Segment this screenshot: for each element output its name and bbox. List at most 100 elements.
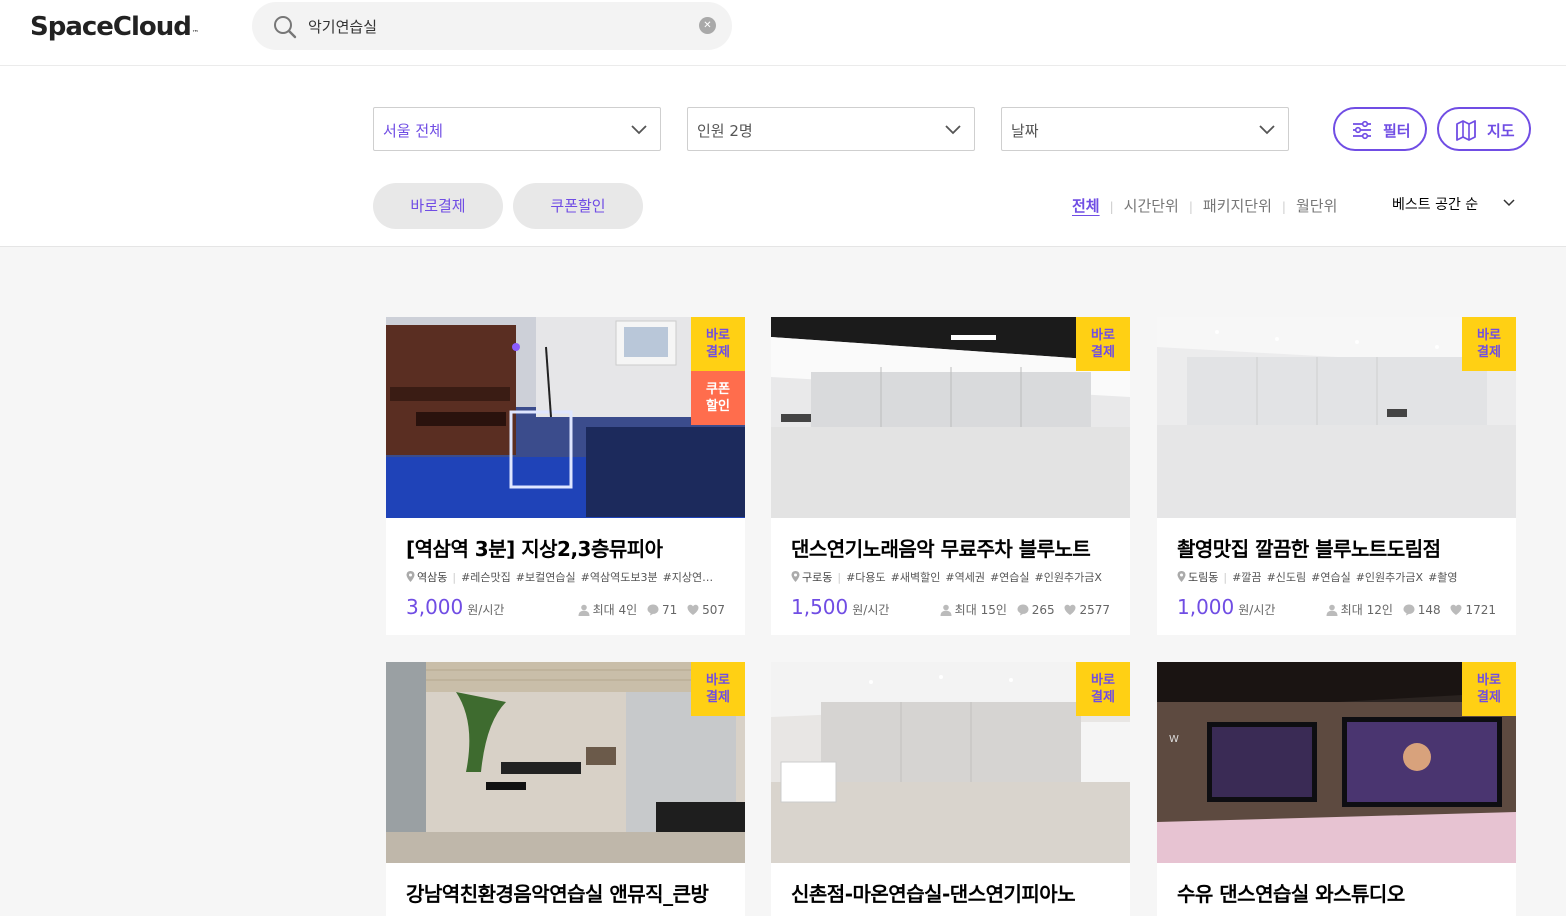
price-unit: 원/시간	[1238, 603, 1276, 617]
tab-hourly[interactable]: 시간단위	[1124, 195, 1179, 216]
person-icon	[940, 604, 952, 616]
tab-package[interactable]: 패키지단위	[1203, 195, 1272, 216]
search-icon[interactable]	[272, 14, 298, 40]
price-value: 1,500	[791, 595, 849, 619]
like-count: 507	[702, 603, 725, 617]
space-price: 1,500 원/시간	[791, 595, 889, 619]
space-tag: #역세권	[945, 571, 985, 584]
space-card[interactable]: 바로 결제 강남역친환경음악연습실 앤뮤직_큰방	[386, 662, 745, 916]
space-tag: #역삼역도보3분	[580, 571, 658, 584]
location-pin-icon	[406, 571, 415, 582]
comment-icon	[1403, 604, 1415, 616]
coupon-badge: 쿠폰 할인	[691, 371, 745, 425]
price-value: 1,000	[1177, 595, 1235, 619]
meta-divider: |	[452, 571, 457, 584]
comment-icon	[647, 604, 659, 616]
logo-mark: ™	[191, 29, 199, 37]
space-card[interactable]: 바로 결제 쿠폰 할인 [역삼역 3분] 지상2,3층뮤피아 역삼동 | #레슨맛집…	[386, 317, 745, 635]
person-icon	[1326, 604, 1338, 616]
space-location: 구로동	[802, 571, 833, 584]
capacity: 최대 15인	[954, 603, 1007, 617]
tab-monthly[interactable]: 월단위	[1296, 195, 1337, 216]
space-price: 1,000 원/시간	[1177, 595, 1275, 619]
price-unit: 원/시간	[852, 603, 890, 617]
space-tag: #인원추가금X	[1034, 571, 1102, 584]
svg-text:W: W	[1169, 734, 1179, 745]
like-count: 2577	[1079, 603, 1110, 617]
capacity: 최대 4인	[592, 603, 638, 617]
space-stats: 최대 4인 71 507	[572, 601, 725, 618]
results-grid: 바로 결제 쿠폰 할인 [역삼역 3분] 지상2,3층뮤피아 역삼동 | #레슨맛집…	[0, 247, 1566, 916]
heart-icon	[687, 604, 699, 615]
space-title[interactable]: 수유 댄스연습실 와스튜디오	[1177, 878, 1405, 907]
chevron-down-icon[interactable]	[1502, 196, 1516, 210]
tab-divider: |	[1109, 200, 1114, 214]
space-card[interactable]: W 바로 결제 수유 댄스연습실 와스튜디오	[1157, 662, 1516, 916]
like-count: 1721	[1465, 603, 1496, 617]
filter-button-label: 필터	[1383, 123, 1411, 140]
spacecloud-logo[interactable]: SpaceCloud™	[30, 12, 199, 42]
instant-pay-badge: 바로 결제	[1462, 317, 1516, 371]
instant-pay-chip[interactable]: 바로결제	[373, 183, 503, 229]
space-tag: #인원추가금X	[1355, 571, 1424, 584]
comment-icon	[1017, 604, 1029, 616]
tab-divider: |	[1281, 200, 1286, 214]
date-select[interactable]: 날짜	[1001, 107, 1289, 151]
region-select[interactable]: 서울 전체	[373, 107, 661, 151]
space-location: 역삼동	[417, 571, 448, 584]
sort-select[interactable]: 베스트 공간 순	[1392, 194, 1478, 214]
map-button[interactable]: 지도	[1437, 107, 1531, 151]
clear-icon[interactable]: ✕	[699, 17, 716, 34]
location-pin-icon	[791, 571, 800, 582]
space-title[interactable]: [역삼역 3분] 지상2,3층뮤피아	[406, 533, 663, 562]
space-card[interactable]: 바로 결제 댄스연기노래음악 무료주차 블루노트 구로동 | #다용도 #새벽할인 #역…	[771, 317, 1130, 635]
review-count: 148	[1417, 603, 1441, 617]
space-tag: #지상연…	[662, 571, 714, 584]
space-title[interactable]: 신촌점-마온연습실-댄스연기피아노	[791, 878, 1076, 907]
instant-pay-badge: 바로 결제	[1462, 662, 1516, 716]
price-value: 3,000	[406, 595, 464, 619]
region-select-value: 서울 전체	[383, 122, 443, 140]
space-tag: #레슨맛집	[461, 571, 511, 584]
space-title[interactable]: 댄스연기노래음악 무료주차 블루노트	[791, 533, 1091, 562]
space-tag: #신도림	[1266, 571, 1307, 584]
space-title[interactable]: 강남역친환경음악연습실 앤뮤직_큰방	[406, 878, 709, 907]
chevron-down-icon	[1259, 125, 1275, 135]
capacity: 최대 12인	[1340, 603, 1393, 617]
space-tag: #새벽할인	[890, 571, 941, 584]
space-tag: #보컬연습실	[515, 571, 576, 584]
filter-button[interactable]: 필터	[1333, 107, 1427, 151]
person-icon	[578, 604, 590, 616]
date-select-value: 날짜	[1011, 122, 1039, 140]
tab-all[interactable]: 전체	[1072, 195, 1100, 216]
chevron-down-icon	[945, 125, 961, 135]
review-count: 71	[661, 603, 678, 617]
people-select[interactable]: 인원 2명	[687, 107, 975, 151]
space-price: 3,000 원/시간	[406, 595, 504, 619]
space-tag: #촬영	[1428, 571, 1458, 584]
rental-type-tabs: 전체 | 시간단위 | 패키지단위 | 월단위	[1072, 195, 1337, 216]
location-pin-icon	[1177, 571, 1186, 582]
space-meta: 역삼동 | #레슨맛집 #보컬연습실 #역삼역도보3분 #지상연…	[406, 569, 726, 585]
search-input[interactable]	[308, 12, 688, 40]
chevron-down-icon	[631, 125, 647, 135]
instant-pay-badge: 바로 결제	[1076, 317, 1130, 371]
sliders-icon	[1353, 120, 1371, 140]
space-tag: #다용도	[846, 571, 886, 584]
search-bar[interactable]: ✕	[252, 2, 732, 50]
coupon-chip[interactable]: 쿠폰할인	[513, 183, 643, 229]
space-meta: 도림동 | #깔끔 #신도림 #연습실 #인원추가금X #촬영	[1177, 569, 1497, 585]
tab-divider: |	[1188, 200, 1193, 214]
review-count: 265	[1031, 603, 1055, 617]
logo-text: SpaceCloud	[30, 12, 192, 42]
price-unit: 원/시간	[467, 603, 505, 617]
space-card[interactable]: 바로 결제 신촌점-마온연습실-댄스연기피아노	[771, 662, 1130, 916]
space-tag: #연습실	[989, 571, 1030, 584]
instant-pay-badge: 바로 결제	[691, 317, 745, 371]
top-header: SpaceCloud™ ✕	[0, 0, 1566, 66]
space-stats: 최대 12인 148 1721	[1320, 601, 1496, 618]
space-title[interactable]: 촬영맛집 깔끔한 블루노트도림점	[1177, 533, 1441, 562]
space-card[interactable]: 바로 결제 촬영맛집 깔끔한 블루노트도림점 도림동 | #깔끔 #신도림 #연습실 #인…	[1157, 317, 1516, 635]
space-location: 도림동	[1188, 571, 1219, 584]
heart-icon	[1450, 604, 1462, 615]
